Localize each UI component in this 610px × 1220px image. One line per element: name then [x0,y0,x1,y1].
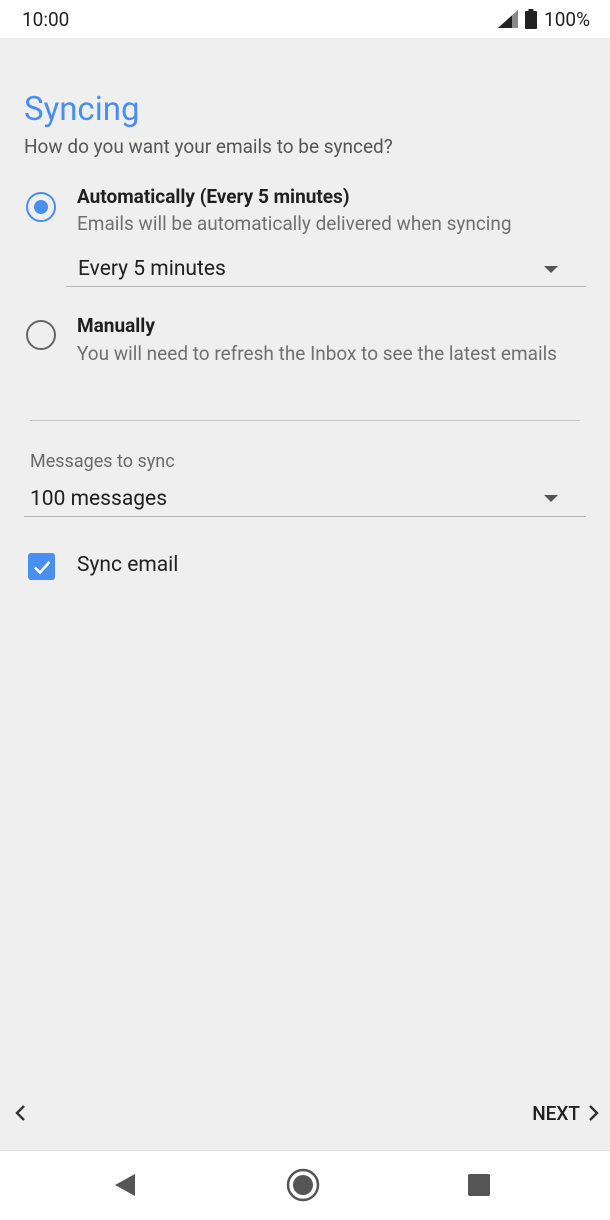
next-label: NEXT [532,1101,580,1125]
sync-frequency-select[interactable]: Every 5 minutes [66,252,586,287]
messages-to-sync-select[interactable]: 100 messages [24,481,586,517]
check-icon [33,560,50,574]
status-icons: 100% [498,8,590,31]
dropdown-caret-icon [544,495,558,502]
option-title: Automatically (Every 5 minutes) [77,185,350,208]
option-description: Emails will be automatically delivered w… [77,212,512,235]
status-bar: 10:00 100% [0,0,610,38]
battery-icon [525,9,538,29]
back-button[interactable] [8,1100,32,1126]
nav-recents-button[interactable] [461,1167,497,1203]
chevron-left-icon [15,1105,25,1121]
radio-automatic[interactable] [26,192,56,222]
page-title: Syncing [24,90,140,129]
battery-level: 100% [544,7,590,31]
sync-frequency-value: Every 5 minutes [78,257,226,281]
sync-email-label[interactable]: Sync email [77,553,178,577]
option-description: You will need to refresh the Inbox to se… [77,342,557,365]
sync-email-checkbox[interactable] [28,553,55,580]
messages-to-sync-label: Messages to sync [30,451,175,472]
page-subtitle: How do you want your emails to be synced… [24,135,393,158]
chevron-right-icon [589,1105,599,1121]
messages-to-sync-value: 100 messages [30,486,168,511]
status-time: 10:00 [22,7,70,31]
radio-manual[interactable] [26,320,56,350]
signal-icon [498,10,519,28]
nav-home-button[interactable] [285,1167,321,1203]
sync-settings-screen: Syncing How do you want your emails to b… [0,38,610,1150]
option-title: Manually [77,314,155,337]
nav-back-icon [115,1174,135,1196]
divider [30,420,580,421]
nav-recents-icon [468,1174,490,1196]
nav-back-button[interactable] [107,1167,143,1203]
system-navigation-bar [0,1150,610,1220]
next-button[interactable]: NEXT [532,1100,600,1126]
dropdown-caret-icon [544,265,558,273]
nav-home-icon [286,1168,320,1202]
